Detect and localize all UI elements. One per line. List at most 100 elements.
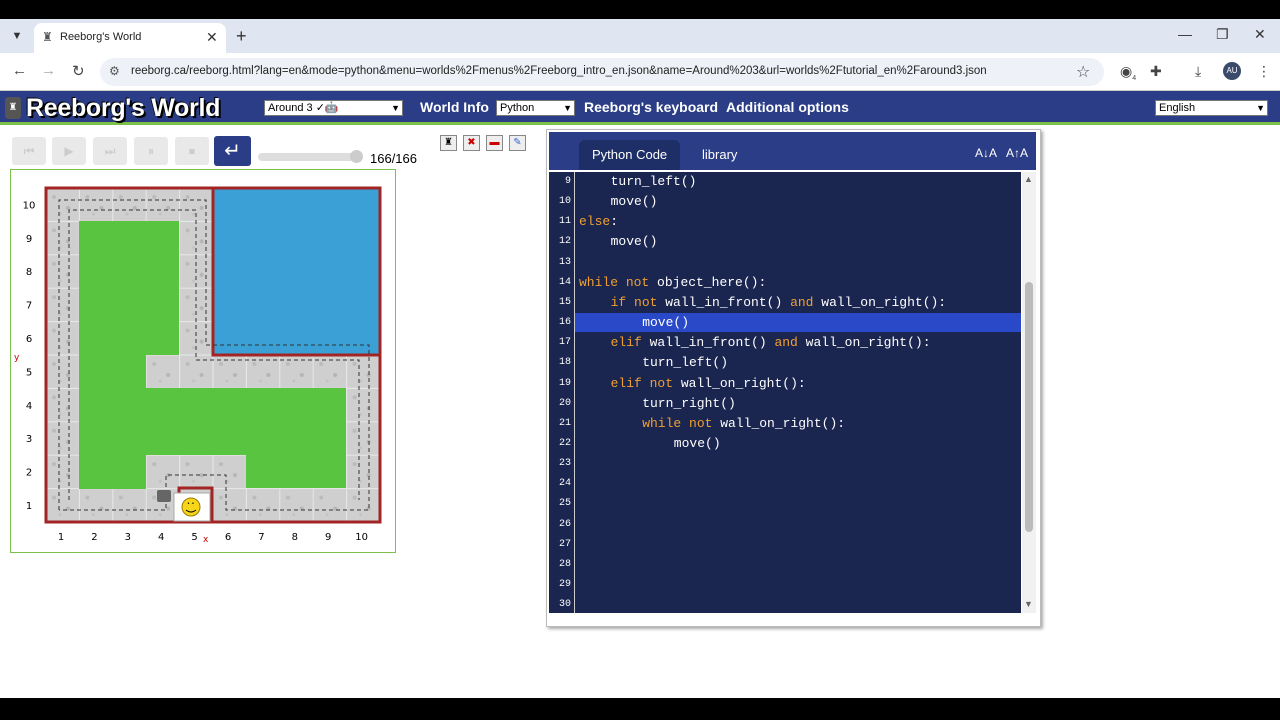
line-number: 26	[558, 518, 571, 530]
line-number: 15	[558, 296, 571, 308]
scroll-down-icon[interactable]: ▼	[1024, 599, 1033, 609]
y-tick-label: 8	[26, 267, 32, 278]
x-tick-label: 5	[191, 532, 197, 543]
code-line: move()	[610, 194, 658, 210]
editor-scrollbar[interactable]: ▲ ▼	[1022, 172, 1036, 613]
code-line: turn_left()	[642, 355, 729, 371]
line-number: 19	[558, 377, 571, 389]
line-number: 10	[558, 196, 571, 208]
run-button[interactable]: ▶	[52, 137, 86, 165]
bookmark-star-icon[interactable]: ☆	[1076, 62, 1090, 82]
font-smaller-button[interactable]: A↓A	[975, 146, 997, 160]
y-tick-label: 2	[26, 468, 32, 479]
world-info-button[interactable]: World Info	[420, 99, 489, 115]
extension-badge-icon[interactable]: ◉4	[1120, 63, 1136, 82]
line-number: 30	[558, 599, 571, 611]
x-tick-label: 9	[325, 532, 331, 543]
y-tick-label: 6	[26, 334, 32, 345]
tab-close-icon[interactable]: ✕	[206, 29, 218, 46]
reeborg-robot-icon: ♜	[5, 97, 21, 119]
close-window-icon[interactable]: ✕	[1254, 26, 1266, 43]
pause-button[interactable]: ⏸	[134, 137, 168, 165]
code-editor-panel: Python Code library A↓A A↑A 9 10 11 12 13 14 1…	[546, 129, 1041, 627]
additional-options-button[interactable]: Additional options	[726, 99, 849, 115]
world-edit-icon[interactable]: ✎	[509, 135, 526, 151]
tab-python-code[interactable]: Python Code	[579, 140, 681, 170]
line-number: 18	[558, 357, 571, 369]
robot-info-icon[interactable]: ♜	[440, 135, 457, 151]
forward-arrow-icon[interactable]: →	[41, 62, 56, 79]
browser-tab-bar: ▼ ♜ Reeborg's World ✕ + — ❐ ✕	[0, 19, 1280, 53]
line-number: 11	[558, 216, 571, 228]
scrollbar-thumb[interactable]	[1025, 282, 1033, 532]
x-tick-label: 2	[91, 532, 97, 543]
code-line: move()	[610, 234, 658, 250]
mode-select[interactable]: Python ▼	[496, 100, 575, 116]
line-number: 9	[564, 176, 571, 187]
y-tick-label: 3	[26, 434, 32, 445]
line-number: 21	[558, 417, 571, 429]
speed-slider-thumb[interactable]	[350, 150, 363, 163]
water-area	[213, 188, 380, 355]
scroll-up-icon[interactable]: ▲	[1024, 174, 1033, 184]
profile-avatar[interactable]: AU	[1223, 62, 1241, 80]
restore-icon[interactable]: ❐	[1216, 26, 1229, 43]
code-line: move()	[642, 315, 690, 331]
tab-title: Reeborg's World	[60, 31, 142, 43]
tab-search-chevron-icon[interactable]: ▼	[8, 27, 26, 45]
reverse-step-button[interactable]: ↵	[214, 136, 251, 166]
browser-tab[interactable]: ♜ Reeborg's World ✕	[34, 23, 226, 53]
line-number: 25	[558, 498, 571, 510]
line-number: 28	[558, 558, 571, 570]
chevron-down-icon: ▼	[1256, 103, 1265, 113]
reeborg-page: ♜ Reeborg's World Around 3 ✓🤖 ▼ World Inf…	[0, 91, 1280, 698]
address-bar[interactable]: ⚙ reeborg.ca/reeborg.html?lang=en&mode=p…	[100, 58, 1104, 86]
world-select[interactable]: Around 3 ✓🤖 ▼	[264, 100, 403, 116]
code-line: turn_right()	[642, 395, 736, 411]
screen-bottom-band	[0, 698, 1280, 720]
new-tab-button[interactable]: +	[236, 26, 247, 47]
editor-tab-bar: Python Code library A↓A A↑A	[549, 132, 1036, 170]
tab-library[interactable]: library	[689, 140, 750, 170]
editor-world-icon[interactable]: ▬	[486, 135, 503, 151]
code-line: while not object_here():	[579, 274, 767, 290]
code-line: elif wall_in_front() and wall_on_right()…	[610, 335, 931, 351]
reeborg-keyboard-button[interactable]: Reeborg's keyboard	[584, 99, 718, 115]
x-axis-ticks: 1 2 3 4 5 6 7 8 9 10	[58, 532, 368, 543]
stop-button[interactable]: ⏹	[175, 137, 209, 165]
line-number: 12	[558, 236, 571, 248]
minimize-icon[interactable]: —	[1178, 26, 1192, 42]
line-number: 23	[558, 458, 571, 470]
x-tick-label: 7	[258, 532, 264, 543]
line-number: 24	[558, 478, 571, 490]
site-info-icon[interactable]: ⚙	[109, 64, 120, 78]
download-icon[interactable]: ⤓	[1195, 63, 1201, 80]
extensions-puzzle-icon[interactable]: ✚	[1150, 63, 1162, 80]
line-number-gutter: 9 10 11 12 13 14 15 16 17 18 19 20 21 22 23 24 25 26 27 28 2…	[549, 172, 575, 613]
x-tick-label: 1	[58, 532, 64, 543]
reload-icon[interactable]: ↻	[72, 62, 85, 80]
language-select[interactable]: English ▼	[1155, 100, 1268, 116]
screen-top-band	[0, 0, 1280, 19]
code-line: while not wall_on_right():	[642, 415, 846, 431]
kebab-menu-icon[interactable]: ⋮	[1257, 63, 1271, 80]
code-line: turn_left()	[610, 174, 697, 189]
url-text: reeborg.ca/reeborg.html?lang=en&mode=pyt…	[131, 65, 987, 77]
speed-slider[interactable]	[258, 153, 362, 161]
line-number: 20	[558, 397, 571, 409]
y-axis-label: y	[14, 353, 20, 363]
browser-toolbar: ← → ↻ ⚙ reeborg.ca/reeborg.html?lang=en&…	[0, 53, 1280, 91]
font-larger-button[interactable]: A↑A	[1006, 146, 1028, 160]
code-text-area[interactable]: 9 10 11 12 13 14 15 16 17 18 19 20 21 22 23 24 25 26 27 28 2…	[549, 172, 1021, 613]
reload-world-button[interactable]: ⏮	[12, 137, 46, 165]
delete-world-icon[interactable]: ✖	[463, 135, 480, 151]
code-line: elif not wall_on_right():	[610, 375, 806, 391]
x-tick-label: 4	[158, 532, 164, 543]
back-arrow-icon[interactable]: ←	[12, 62, 27, 79]
code-line: if not wall_in_front() and wall_on_right…	[610, 294, 947, 310]
y-tick-label: 4	[26, 401, 32, 412]
x-axis-label: x	[203, 535, 209, 545]
line-number: 16	[558, 317, 571, 329]
step-button[interactable]: ⏭	[93, 137, 127, 165]
line-number: 27	[558, 538, 571, 550]
